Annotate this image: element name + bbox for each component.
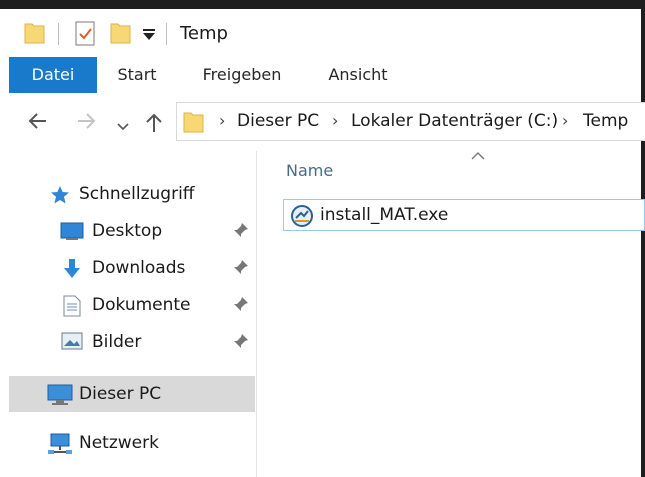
properties-icon[interactable]	[73, 21, 97, 51]
nav-label: Dokumente	[92, 295, 191, 315]
folder-icon[interactable]	[24, 21, 46, 49]
window-frame-right	[641, 0, 645, 477]
tab-ansicht[interactable]: Ansicht	[318, 57, 398, 93]
navigation-bar: › Dieser PC › Lokaler Datenträger (C:) ›…	[0, 93, 645, 151]
file-item[interactable]: install_MAT.exe	[283, 199, 645, 231]
nav-item-desktop[interactable]: Desktop	[9, 213, 255, 249]
chevron-right-icon[interactable]: ›	[332, 111, 338, 130]
nav-item-pictures[interactable]: Bilder	[9, 324, 255, 360]
customize-toolbar-icon[interactable]	[142, 26, 156, 45]
file-name: install_MAT.exe	[320, 205, 449, 225]
tab-freigeben[interactable]: Freigeben	[193, 57, 291, 93]
nav-label: Netzwerk	[79, 433, 159, 453]
forward-button[interactable]	[76, 111, 98, 134]
chevron-right-icon[interactable]: ›	[219, 111, 225, 130]
back-button[interactable]	[26, 111, 48, 134]
title-separator	[166, 23, 167, 45]
nav-label: Bilder	[92, 332, 142, 352]
nav-label: Dieser PC	[79, 384, 162, 404]
tab-start[interactable]: Start	[104, 57, 170, 93]
window-title: Temp	[180, 23, 228, 44]
recent-locations-button[interactable]	[117, 115, 129, 135]
desktop-icon	[60, 221, 84, 245]
explorer-window: Temp Datei Start Freigeben Ansicht › Die…	[0, 0, 645, 477]
new-folder-icon[interactable]	[110, 21, 132, 49]
installer-icon	[290, 204, 314, 232]
column-header-name[interactable]: Name	[286, 161, 333, 180]
star-icon	[50, 185, 70, 209]
nav-item-network[interactable]: Netzwerk	[9, 425, 255, 461]
nav-label: Downloads	[92, 258, 186, 278]
network-icon	[47, 433, 73, 459]
address-bar[interactable]: › Dieser PC › Lokaler Datenträger (C:) ›…	[176, 102, 645, 141]
nav-item-this-pc[interactable]: Dieser PC	[9, 376, 255, 412]
nav-label: Schnellzugriff	[79, 184, 195, 204]
file-list: Name install_MAT.exe	[257, 151, 645, 477]
navigation-pane: Schnellzugriff Desktop Downloads Dokumen…	[9, 151, 255, 477]
breadcrumb-lokaler-datentraeger[interactable]: Lokaler Datenträger (C:)	[351, 111, 558, 131]
nav-item-quick-access[interactable]: Schnellzugriff	[9, 176, 255, 212]
tab-datei[interactable]: Datei	[9, 57, 97, 93]
pin-icon[interactable]	[233, 333, 249, 353]
pictures-icon	[61, 332, 83, 354]
downloads-icon	[62, 258, 82, 284]
documents-icon	[63, 295, 81, 321]
folder-icon	[183, 110, 205, 138]
nav-label: Desktop	[92, 221, 163, 241]
computer-icon	[47, 384, 73, 410]
window-frame-top	[0, 0, 645, 9]
breadcrumb-temp[interactable]: Temp	[583, 111, 628, 131]
sort-ascending-icon	[471, 145, 485, 164]
chevron-right-icon[interactable]: ›	[562, 111, 568, 130]
nav-item-documents[interactable]: Dokumente	[9, 287, 255, 323]
toolbar-separator	[58, 23, 59, 45]
nav-item-downloads[interactable]: Downloads	[9, 250, 255, 286]
pin-icon[interactable]	[233, 259, 249, 279]
title-bar: Temp	[0, 9, 641, 57]
ribbon-tabs: Datei Start Freigeben Ansicht	[0, 57, 641, 94]
up-button[interactable]	[144, 111, 164, 136]
breadcrumb-dieser-pc[interactable]: Dieser PC	[237, 111, 319, 131]
pin-icon[interactable]	[233, 222, 249, 242]
pin-icon[interactable]	[233, 296, 249, 316]
